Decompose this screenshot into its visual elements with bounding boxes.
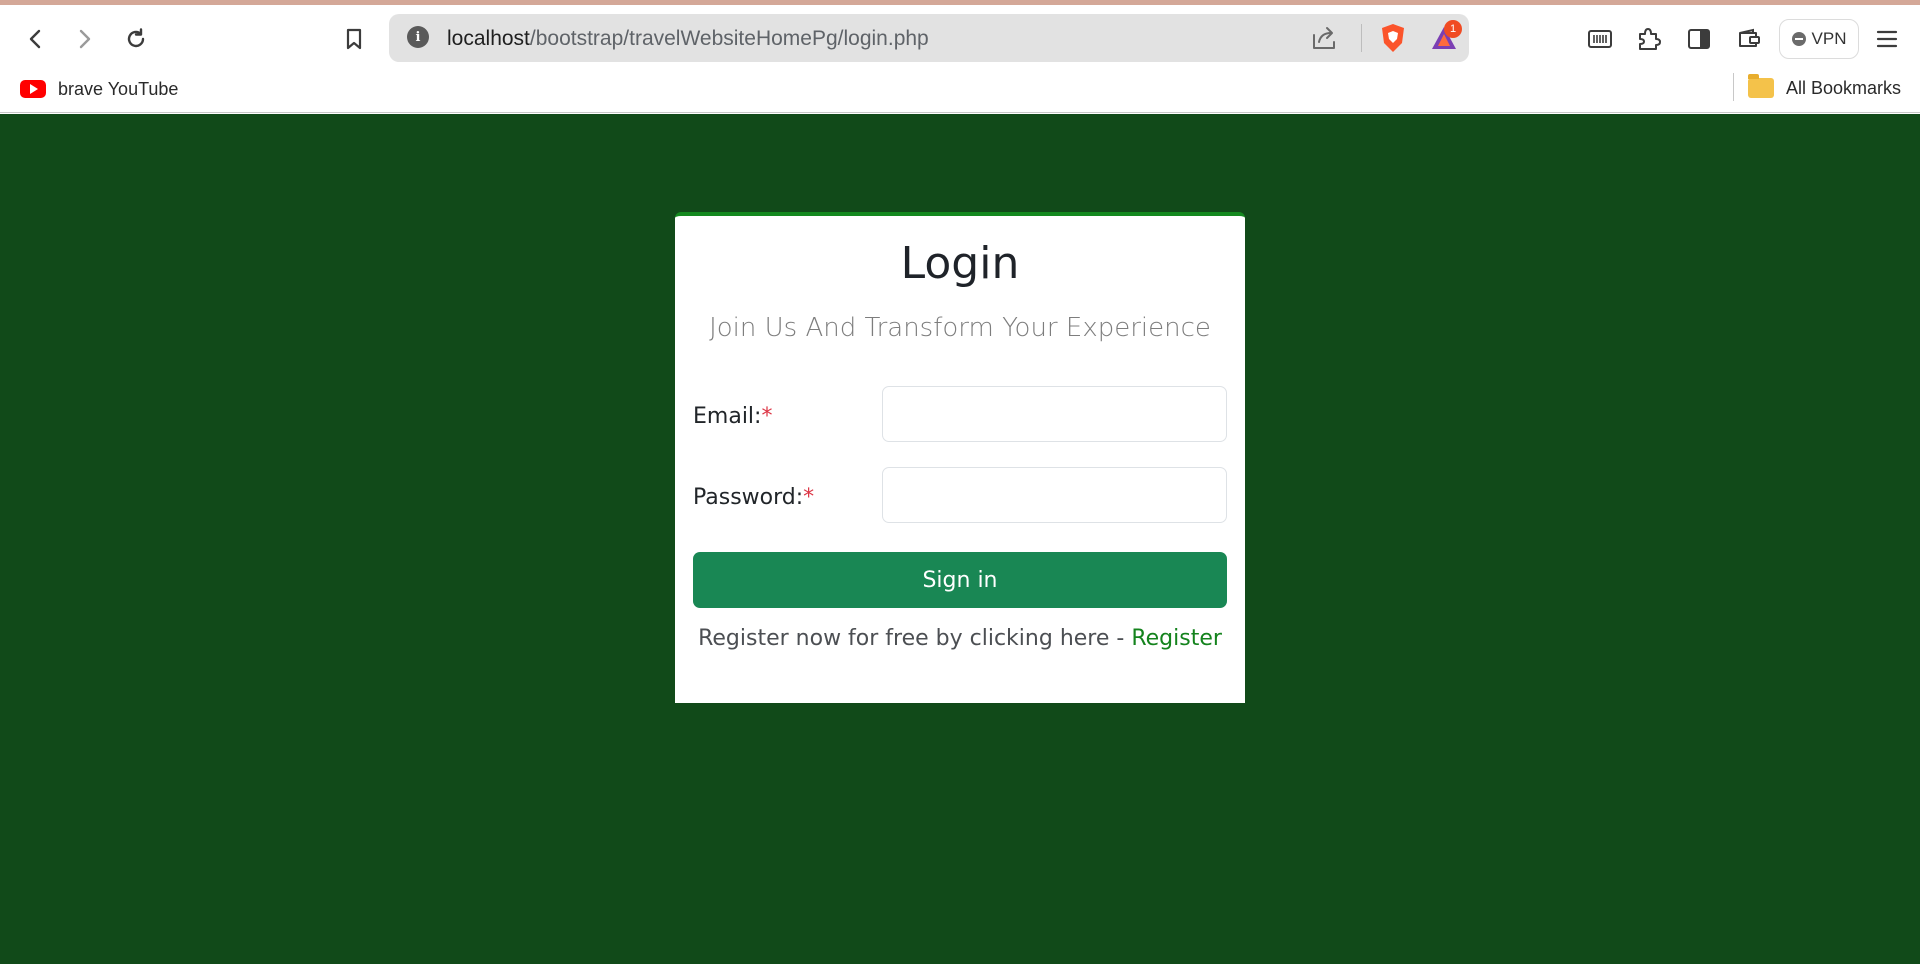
required-mark: * [761,404,773,429]
sign-in-button[interactable]: Sign in [693,552,1227,608]
back-arrow-icon [29,29,41,49]
bookmark-page-button[interactable] [334,19,374,59]
hamburger-menu-icon [1876,30,1898,48]
vpn-label: VPN [1811,29,1847,48]
bookmark-label: brave YouTube [58,78,179,99]
login-subtitle: Join Us And Transform Your Experience [709,313,1211,343]
register-prompt: Register now for free by clicking here -… [675,626,1245,651]
required-mark: * [803,485,815,510]
brave-shields-icon[interactable] [1379,23,1407,53]
barcode-icon [1588,30,1612,48]
url-host: localhost [447,27,530,50]
all-bookmarks-button[interactable]: All Bookmarks [1748,74,1902,101]
bookmarks-bar: brave YouTube All Bookmarks [0,65,1920,113]
address-bar[interactable]: i localhost/bootstrap/travelWebsiteHomeP… [389,14,1469,62]
bookmark-item-youtube[interactable]: brave YouTube [20,77,178,101]
sidebar-icon [1688,29,1710,49]
sidebar-toggle-button[interactable] [1679,19,1719,59]
wallet-icon [1739,28,1760,47]
forward-arrow-icon [79,29,91,49]
main-menu-button[interactable] [1867,19,1907,59]
address-separator [1361,24,1362,52]
register-link[interactable]: Register [1131,626,1222,651]
rewards-badge: 1 [1444,20,1462,38]
bookmarks-separator [1733,73,1734,101]
vpn-status-icon [1791,32,1806,46]
login-card: Login Join Us And Transform Your Experie… [675,212,1245,703]
all-bookmarks-label: All Bookmarks [1786,77,1902,98]
reload-icon [127,28,145,48]
media-router-button[interactable] [1580,19,1620,59]
folder-icon [1748,74,1774,98]
register-prompt-text: Register now for free by clicking here - [698,626,1132,651]
extensions-button[interactable] [1628,19,1668,59]
sign-in-label: Sign in [922,567,998,593]
url-path: /bootstrap/travelWebsiteHomePg/login.php [529,27,929,50]
password-label: Password:* [693,485,814,510]
url-text[interactable]: localhost/bootstrap/travelWebsiteHomePg/… [447,27,929,51]
bookmark-icon [346,28,362,50]
forward-button[interactable] [64,19,104,59]
login-title: Login [900,238,1020,289]
browser-toolbar: i localhost/bootstrap/travelWebsiteHomeP… [0,5,1920,65]
back-button[interactable] [16,19,56,59]
email-label: Email:* [693,404,772,429]
puzzle-piece-icon [1639,28,1661,50]
password-field[interactable] [882,467,1227,523]
page-background: Login Join Us And Transform Your Experie… [0,114,1920,964]
reload-button[interactable] [116,19,156,59]
wallet-button[interactable] [1729,19,1769,59]
email-field[interactable] [882,386,1227,442]
vpn-button[interactable]: VPN [1779,19,1859,59]
share-icon[interactable] [1309,24,1339,52]
youtube-icon [20,80,46,98]
site-info-icon[interactable]: i [407,26,429,48]
password-label-text: Password: [693,485,804,510]
email-label-text: Email: [693,404,762,429]
